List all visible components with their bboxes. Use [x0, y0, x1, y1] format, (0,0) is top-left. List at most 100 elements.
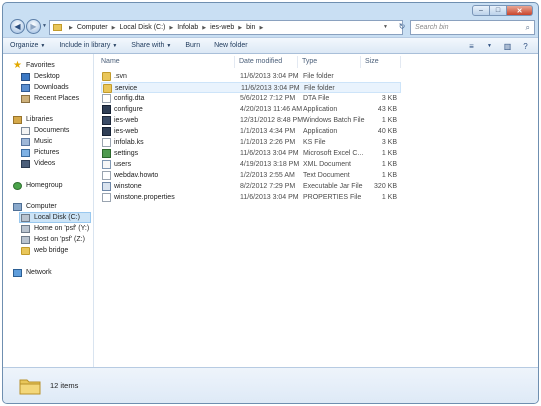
breadcrumb-separator-icon[interactable]: ▶ — [202, 25, 206, 31]
nav-item-label: Recent Places — [34, 95, 80, 102]
refresh-button[interactable]: ↻ — [395, 19, 409, 34]
column-header-size[interactable]: Size — [361, 56, 401, 68]
address-bar[interactable]: ▶ Computer ▶ Local Disk (C:) ▶ Infolab ▶… — [49, 20, 403, 35]
maximize-button[interactable]: □ — [490, 5, 507, 16]
file-size: 43 KB — [377, 106, 397, 113]
nav-desktop[interactable]: Desktop — [21, 71, 60, 82]
file-date: 1/1/2013 2:26 PM — [240, 139, 296, 146]
file-type: Application — [303, 128, 338, 135]
file-type: File folder — [303, 73, 334, 80]
organize-button[interactable]: Organize ▼ — [3, 42, 52, 49]
share-with-button[interactable]: Share with ▼ — [124, 42, 178, 49]
breadcrumb-separator-icon[interactable]: ▶ — [112, 25, 116, 31]
file-icon — [102, 94, 111, 103]
file-row-winstone[interactable]: winstone 8/2/2012 7:29 PM Executable Jar… — [101, 181, 401, 192]
chevron-down-icon: ▼ — [112, 43, 118, 49]
search-input[interactable]: Search bin ⌕ — [410, 20, 535, 35]
homegroup-icon — [13, 181, 22, 190]
include-in-library-button[interactable]: Include in library ▼ — [52, 42, 124, 49]
new-folder-button[interactable]: New folder — [207, 42, 254, 49]
forward-arrow-icon: ▶ — [30, 22, 37, 31]
breadcrumb-separator-icon[interactable]: ▶ — [169, 25, 173, 31]
file-row-service[interactable]: service 11/6/2013 3:04 PM File folder — [101, 82, 401, 93]
search-placeholder: Search bin — [415, 24, 449, 31]
drive-icon — [21, 213, 30, 222]
file-date: 8/2/2012 7:29 PM — [240, 183, 296, 190]
minimize-button[interactable]: – — [472, 5, 490, 16]
burn-button[interactable]: Burn — [178, 42, 207, 49]
file-name: winstone.properties — [114, 194, 175, 201]
nav-home-on-psf-y[interactable]: Home on 'psf' (Y:) — [21, 223, 89, 234]
nav-web-bridge[interactable]: web bridge — [21, 245, 68, 256]
address-history-dropdown[interactable]: ▼ — [383, 24, 388, 30]
nav-item-label: Downloads — [34, 84, 69, 91]
item-count: 12 items — [50, 381, 79, 390]
chevron-down-icon[interactable]: ▼ — [483, 40, 496, 52]
chevron-down-icon: ▼ — [166, 43, 172, 49]
file-row-config-dta[interactable]: config.dta 5/6/2012 7:12 PM DTA File 3 K… — [101, 93, 401, 104]
folder-icon — [53, 24, 62, 31]
file-size: 3 KB — [381, 95, 397, 102]
file-name: webdav.howto — [114, 172, 159, 179]
help-icon[interactable]: ? — [519, 40, 532, 52]
breadcrumb-separator-icon[interactable]: ▶ — [69, 25, 73, 31]
nav-recent-places[interactable]: Recent Places — [21, 93, 79, 104]
file-row-users[interactable]: users 4/19/2013 3:18 PM XML Document 1 K… — [101, 159, 401, 170]
file-row-ies-web-exe[interactable]: ies-web 1/1/2013 4:34 PM Application 40 … — [101, 126, 401, 137]
nav-downloads[interactable]: Downloads — [21, 82, 69, 93]
breadcrumb: Computer ▶ Local Disk (C:) ▶ Infolab ▶ i… — [77, 24, 267, 31]
file-name: infolab.ks — [114, 139, 144, 146]
breadcrumb-separator-icon[interactable]: ▶ — [238, 25, 242, 31]
nav-local-disk-c[interactable]: Local Disk (C:) — [19, 212, 91, 223]
content-area: ★ Favorites Desktop Downloads Recent Pla… — [3, 54, 538, 367]
file-date: 1/1/2013 4:34 PM — [240, 128, 296, 135]
nav-item-label: Videos — [34, 160, 56, 167]
network-drive-icon — [21, 235, 30, 244]
column-header-type[interactable]: Type — [298, 56, 361, 68]
nav-pictures[interactable]: Pictures — [21, 147, 59, 158]
file-date: 12/31/2012 8:48 PM — [240, 117, 304, 124]
back-button[interactable]: ◀ — [10, 19, 25, 34]
folder-icon — [103, 84, 112, 93]
network-icon — [13, 268, 22, 277]
nav-host-on-psf-z[interactable]: Host on 'psf' (Z:) — [21, 234, 85, 245]
nav-network[interactable]: Network — [13, 267, 52, 278]
file-name: ies-web — [114, 128, 139, 135]
breadcrumb-bin[interactable]: bin — [246, 24, 255, 31]
breadcrumb-computer[interactable]: Computer — [77, 24, 108, 31]
nav-videos[interactable]: Videos — [21, 158, 55, 169]
change-view-icon[interactable]: ≡ — [465, 40, 478, 52]
breadcrumb-local-disk[interactable]: Local Disk (C:) — [119, 24, 165, 31]
file-size: 1 KB — [381, 172, 397, 179]
back-arrow-icon: ◀ — [14, 22, 21, 31]
file-row-settings[interactable]: settings 11/6/2013 3:04 PM Microsoft Exc… — [101, 148, 401, 159]
forward-button[interactable]: ▶ — [26, 19, 41, 34]
file-name: .svn — [114, 73, 127, 80]
nav-computer[interactable]: Computer — [13, 201, 57, 212]
search-icon[interactable]: ⌕ — [526, 23, 530, 33]
breadcrumb-ies-web[interactable]: ies-web — [210, 24, 234, 31]
file-row-configure[interactable]: configure 4/20/2013 11:46 AM Application… — [101, 104, 401, 115]
file-row-svn[interactable]: .svn 11/6/2013 3:04 PM File folder — [101, 71, 401, 82]
breadcrumb-infolab[interactable]: Infolab — [177, 24, 198, 31]
nav-favorites[interactable]: ★ Favorites — [13, 60, 55, 71]
nav-documents[interactable]: Documents — [21, 125, 69, 136]
navigation-bar: ◀ ▶ ▼ ▶ Computer ▶ Local Disk (C:) ▶ Inf… — [3, 18, 538, 36]
file-type: PROPERTIES File — [303, 194, 362, 201]
file-type: DTA File — [303, 95, 330, 102]
breadcrumb-separator-icon[interactable]: ▶ — [259, 25, 263, 31]
nav-homegroup[interactable]: Homegroup — [13, 180, 63, 191]
file-row-ies-web-bat[interactable]: ies-web 12/31/2012 8:48 PM Windows Batch… — [101, 115, 401, 126]
file-row-winstone-properties[interactable]: winstone.properties 11/6/2013 3:04 PM PR… — [101, 192, 401, 203]
preview-pane-icon[interactable]: ▥ — [501, 40, 514, 52]
file-row-webdav-howto[interactable]: webdav.howto 1/2/2013 2:55 AM Text Docum… — [101, 170, 401, 181]
close-button[interactable]: ✕ — [507, 5, 533, 16]
nav-libraries[interactable]: Libraries — [13, 114, 53, 125]
recent-locations-dropdown[interactable]: ▼ — [42, 23, 47, 29]
file-row-infolab-ks[interactable]: infolab.ks 1/1/2013 2:26 PM KS File 3 KB — [101, 137, 401, 148]
file-date: 4/19/2013 3:18 PM — [240, 161, 300, 168]
command-bar: Organize ▼ Include in library ▼ Share with… — [3, 37, 538, 54]
column-header-date-modified[interactable]: Date modified — [235, 56, 298, 68]
nav-music[interactable]: Music — [21, 136, 52, 147]
column-header-name[interactable]: Name — [97, 56, 235, 68]
